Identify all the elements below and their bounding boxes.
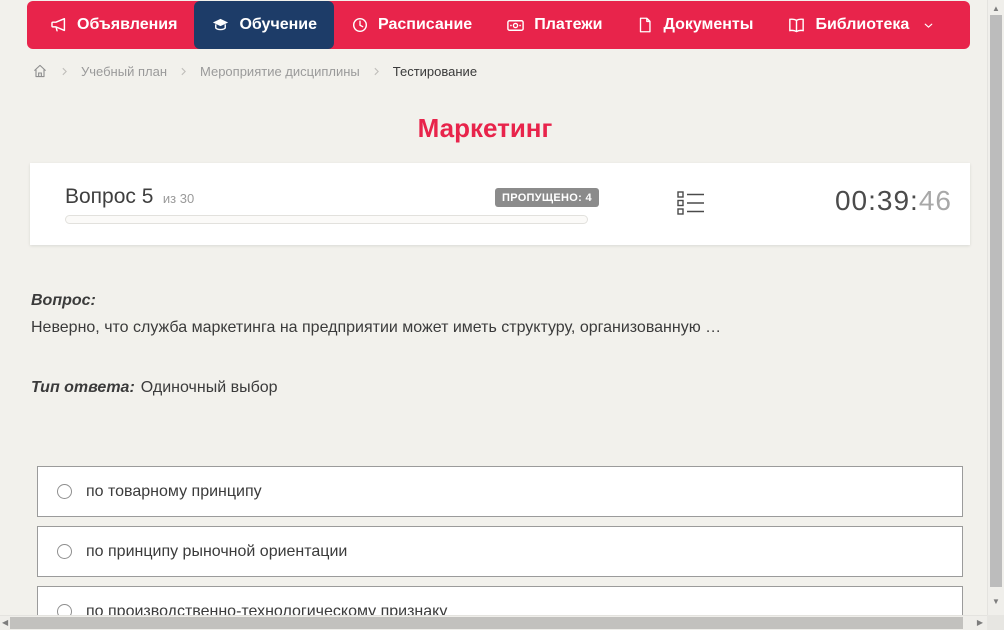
breadcrumb: Учебный план Мероприятие дисциплины Тест…: [32, 63, 477, 79]
answer-type-value: Одиночный выбор: [140, 379, 278, 396]
nav-item-schedule[interactable]: Расписание: [334, 1, 489, 49]
breadcrumb-discipline-event[interactable]: Мероприятие дисциплины: [200, 64, 360, 79]
chevron-right-icon: [371, 66, 382, 77]
answer-option-1[interactable]: по товарному принципу: [37, 466, 963, 517]
question-number: Вопрос 5: [65, 185, 154, 208]
scroll-left-icon[interactable]: ◀: [2, 619, 8, 627]
nav-item-label: Библиотека: [815, 16, 910, 33]
question-counter: Вопрос 5 из 30: [65, 185, 194, 209]
answer-option-label: по принципу рыночной ориентации: [86, 542, 348, 560]
scroll-right-icon[interactable]: ▶: [977, 619, 983, 627]
scrollbar-corner: [987, 615, 1004, 630]
breadcrumb-testing-current: Тестирование: [392, 63, 478, 79]
main-nav: Объявления Обучение Расписание Платежи Д…: [27, 1, 970, 49]
vertical-scrollbar[interactable]: ▲ ▼: [987, 0, 1004, 615]
chevron-right-icon: [59, 66, 70, 77]
nav-item-label: Платежи: [534, 16, 603, 33]
nav-item-announcements[interactable]: Объявления: [33, 1, 194, 49]
chevron-down-icon: [922, 19, 935, 32]
horizontal-scrollbar-thumb[interactable]: [10, 617, 963, 629]
timer-seconds: 46: [918, 185, 952, 216]
nav-item-label: Обучение: [239, 16, 318, 33]
scroll-up-icon[interactable]: ▲: [992, 5, 1000, 13]
megaphone-icon: [50, 16, 68, 34]
answer-option-label: по товарному принципу: [86, 482, 262, 500]
vertical-scrollbar-thumb[interactable]: [990, 15, 1002, 587]
chevron-right-icon: [178, 66, 189, 77]
book-icon: [787, 16, 806, 35]
question-heading: Вопрос:: [31, 292, 96, 309]
answer-type-row: Тип ответа: Одиночный выбор: [31, 379, 961, 397]
question-text: Неверно, что служба маркетинга на предпр…: [31, 319, 722, 336]
scroll-down-icon[interactable]: ▼: [992, 598, 1000, 606]
skipped-badge: ПРОПУЩЕНО: 4: [495, 188, 599, 207]
radio-button[interactable]: [57, 544, 72, 559]
answer-options: по товарному принципу по принципу рыночн…: [37, 466, 963, 630]
question-list-button[interactable]: [674, 190, 708, 220]
question-list-icon: [677, 190, 705, 221]
nav-item-payments[interactable]: Платежи: [489, 1, 619, 49]
timer-hours-minutes: 00:39:: [834, 185, 919, 216]
nav-item-documents[interactable]: Документы: [619, 1, 770, 49]
nav-item-library[interactable]: Библиотека: [770, 1, 952, 49]
clock-icon: [351, 16, 369, 34]
answer-type-label: Тип ответа:: [31, 379, 135, 396]
document-icon: [636, 16, 654, 34]
nav-item-label: Документы: [663, 16, 754, 33]
nav-item-learning[interactable]: Обучение: [194, 1, 335, 49]
question-total: из 30: [162, 191, 195, 206]
nav-item-label: Объявления: [77, 16, 178, 33]
question-block: Вопрос: Неверно, что служба маркетинга н…: [31, 292, 961, 397]
horizontal-scrollbar[interactable]: ◀ ▶: [0, 615, 987, 630]
nav-item-label: Расписание: [378, 16, 473, 33]
progress-bar: [65, 215, 588, 224]
question-card: Вопрос 5 из 30 ПРОПУЩЕНО: 4 00:39:46: [30, 163, 970, 245]
graduation-cap-icon: [211, 16, 230, 35]
breadcrumb-study-plan[interactable]: Учебный план: [81, 64, 167, 79]
home-icon[interactable]: [32, 63, 48, 79]
page-title: Маркетинг: [417, 113, 553, 143]
radio-button[interactable]: [57, 484, 72, 499]
timer: 00:39:46: [835, 185, 952, 217]
payments-icon: [506, 16, 525, 35]
answer-option-2[interactable]: по принципу рыночной ориентации: [37, 526, 963, 577]
